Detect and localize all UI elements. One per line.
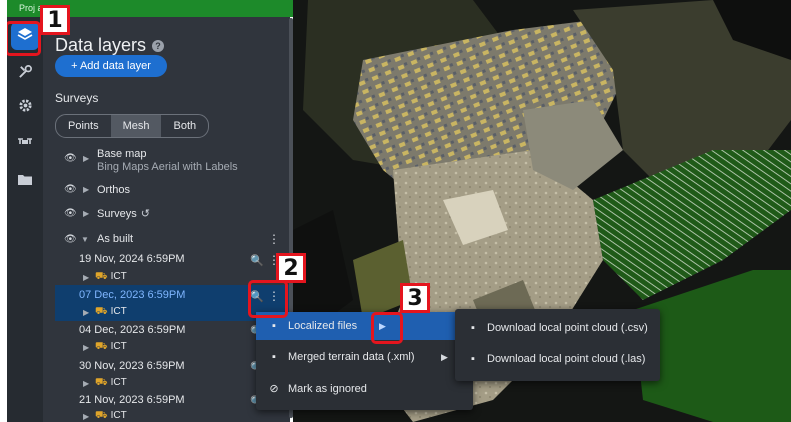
settings-icon[interactable] bbox=[15, 98, 35, 118]
highlight-layers-button bbox=[7, 21, 41, 56]
ict-item[interactable]: ⛟ ICT bbox=[95, 377, 127, 390]
expand-caret-icon[interactable]: ▶ bbox=[83, 185, 89, 194]
layer-orthos[interactable]: Orthos bbox=[97, 184, 130, 196]
visibility-eye-icon[interactable]: 👁 bbox=[64, 153, 77, 164]
kebab-menu-icon[interactable]: ⋮ bbox=[268, 232, 280, 246]
file-download-icon: ▪ bbox=[471, 353, 475, 365]
view-mode-points[interactable]: Points bbox=[56, 115, 111, 137]
view-mode-both[interactable]: Both bbox=[161, 115, 208, 137]
drone-icon[interactable] bbox=[15, 134, 35, 154]
visibility-eye-icon[interactable]: 👁 bbox=[64, 234, 77, 245]
data-layers-panel: Data layers? + Add data layer Surveys Po… bbox=[43, 0, 295, 422]
tool-rail bbox=[7, 0, 43, 422]
collapse-caret-icon[interactable]: ▼ bbox=[81, 235, 89, 244]
surveys-heading: Surveys bbox=[55, 91, 99, 105]
ict-item[interactable]: ⛟ ICT bbox=[95, 306, 127, 319]
file-download-icon: ▪ bbox=[471, 322, 475, 334]
add-data-layer-button[interactable]: + Add data layer bbox=[55, 55, 167, 77]
survey-date-row[interactable]: 21 Nov, 2023 6:59PM bbox=[79, 394, 185, 406]
file-download-icon: ▪ bbox=[272, 351, 276, 363]
download-las-item[interactable]: ▪ Download local point cloud (.las) bbox=[455, 344, 660, 374]
app-window: Data layers? + Add data layer Surveys Po… bbox=[7, 0, 791, 422]
menu-item-mark-ignored[interactable]: ⊘ Mark as ignored bbox=[256, 374, 473, 404]
expand-caret-icon[interactable]: ▶ bbox=[83, 343, 89, 352]
survey-date-row-selected[interactable]: 07 Dec, 2023 6:59PM bbox=[79, 289, 185, 301]
step-badge-2: 2 bbox=[276, 253, 306, 283]
excavator-icon: ⛟ bbox=[95, 377, 108, 388]
expand-caret-icon[interactable]: ▶ bbox=[83, 154, 89, 163]
block-icon: ⊘ bbox=[269, 383, 279, 395]
help-icon[interactable]: ? bbox=[152, 40, 165, 53]
survey-date-row[interactable]: 19 Nov, 2024 6:59PM bbox=[79, 253, 185, 265]
localized-files-submenu: ▪ Download local point cloud (.csv) ▪ Down… bbox=[455, 309, 660, 381]
ict-item[interactable]: ⛟ ICT bbox=[95, 271, 127, 284]
highlight-kebab-menu bbox=[248, 280, 288, 318]
expand-caret-icon[interactable]: ▶ bbox=[83, 308, 89, 317]
context-menu: ▪ Localized files ▶ ▪ Merged terrain data … bbox=[256, 312, 473, 410]
history-icon[interactable]: ↺ bbox=[141, 208, 150, 220]
view-mode-mesh[interactable]: Mesh bbox=[110, 115, 162, 137]
excavator-icon: ⛟ bbox=[95, 410, 108, 421]
highlight-submenu-arrow bbox=[371, 312, 403, 344]
excavator-icon: ⛟ bbox=[95, 306, 108, 317]
search-icon[interactable]: 🔍 bbox=[250, 254, 264, 267]
step-badge-3: 3 bbox=[400, 283, 430, 313]
layer-surveys[interactable]: Surveys ↺ bbox=[97, 207, 150, 220]
download-csv-item[interactable]: ▪ Download local point cloud (.csv) bbox=[455, 313, 660, 343]
view-mode-toggle: Points Mesh Both bbox=[55, 114, 210, 138]
excavator-icon: ⛟ bbox=[95, 341, 108, 352]
menu-item-localized-files[interactable]: ▪ Localized files ▶ bbox=[256, 312, 473, 340]
layer-base-map-sub: Bing Maps Aerial with Labels bbox=[97, 161, 238, 173]
excavator-icon: ⛟ bbox=[95, 271, 108, 282]
ict-item[interactable]: ⛟ ICT bbox=[95, 341, 127, 354]
ict-item[interactable]: ⛟ ICT bbox=[95, 410, 127, 422]
survey-date-row[interactable]: 04 Dec, 2023 6:59PM bbox=[79, 324, 185, 336]
submenu-arrow-icon: ▶ bbox=[441, 352, 448, 362]
expand-caret-icon[interactable]: ▶ bbox=[83, 209, 89, 218]
visibility-eye-icon[interactable]: 👁 bbox=[64, 184, 77, 195]
folder-icon[interactable] bbox=[15, 172, 35, 192]
panel-title: Data layers? bbox=[55, 35, 165, 56]
visibility-eye-icon[interactable]: 👁 bbox=[64, 208, 77, 219]
tools-icon[interactable] bbox=[15, 64, 35, 84]
expand-caret-icon[interactable]: ▶ bbox=[83, 379, 89, 388]
expand-caret-icon[interactable]: ▶ bbox=[83, 412, 89, 421]
layer-base-map[interactable]: Base map bbox=[97, 148, 147, 160]
layer-as-built[interactable]: As built bbox=[97, 233, 133, 245]
menu-item-merged-terrain[interactable]: ▪ Merged terrain data (.xml) ▶ bbox=[256, 342, 473, 372]
expand-caret-icon[interactable]: ▶ bbox=[83, 273, 89, 282]
survey-date-row[interactable]: 30 Nov, 2023 6:59PM bbox=[79, 360, 185, 372]
step-badge-1: 1 bbox=[40, 5, 70, 35]
